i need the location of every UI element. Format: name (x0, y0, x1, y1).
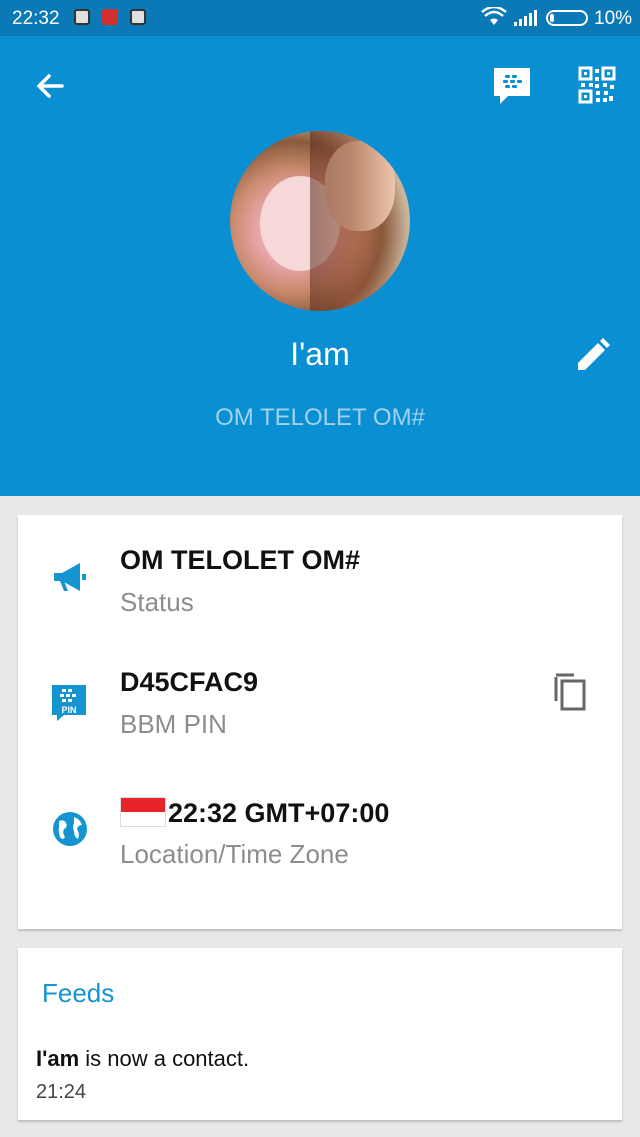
feed-item-name: I'am (36, 1046, 80, 1071)
status-time: 22:32 (12, 8, 60, 29)
edit-pencil-icon[interactable] (572, 336, 612, 376)
profile-status-text: OM TELOLET OM# (215, 404, 425, 431)
avatar-photo-detail (310, 131, 410, 311)
battery-percent: 10% (594, 8, 633, 29)
pin-value: D45CFAC9 (120, 667, 259, 697)
status-row: OM TELOLET OM# Status (18, 545, 622, 645)
wifi-icon (481, 7, 507, 25)
megaphone-icon (54, 563, 86, 591)
location-label: Location/Time Zone (120, 839, 349, 869)
location-value: 22:32 GMT+07:00 (168, 798, 390, 828)
pin-icon-label: PIN (61, 705, 77, 715)
profile-name: I'am (290, 336, 350, 372)
battery-icon (546, 10, 588, 26)
contact-info-card: OM TELOLET OM# Status PIN D45CFAC9 BBM P… (18, 515, 622, 929)
feeds-title: Feeds (42, 978, 115, 1008)
bbm-chat-icon[interactable] (490, 64, 534, 108)
indonesia-flag-icon (120, 797, 166, 827)
youtube-notification-icon (102, 9, 118, 25)
profile-avatar[interactable] (230, 131, 410, 311)
status-value: OM TELOLET OM# (120, 545, 360, 575)
feed-item-text: is now a contact. (79, 1046, 250, 1071)
status-label: Status (120, 587, 194, 617)
location-row: 22:32 GMT+07:00 Location/Time Zone (18, 797, 622, 897)
feed-item[interactable]: I'am is now a contact. (36, 1046, 249, 1072)
bbm-notification-icon (74, 9, 90, 25)
copy-icon[interactable] (552, 671, 588, 711)
feed-item-time: 21:24 (36, 1081, 87, 1103)
globe-icon (53, 812, 87, 846)
pin-row: PIN D45CFAC9 BBM PIN (18, 667, 622, 767)
qr-code-icon[interactable] (578, 66, 616, 104)
profile-header: I'am OM TELOLET OM# (0, 36, 640, 496)
pin-label: BBM PIN (120, 709, 227, 739)
feeds-card: Feeds I'am is now a contact. 21:24 (18, 948, 622, 1120)
status-bar: 22:32 10% (0, 0, 640, 36)
bbm-pin-icon: PIN (50, 683, 88, 723)
back-arrow-icon[interactable] (30, 66, 70, 106)
location-value-line: 22:32 GMT+07:00 (120, 797, 389, 829)
signal-icon (514, 10, 537, 26)
bbm-notification-icon (130, 9, 146, 25)
